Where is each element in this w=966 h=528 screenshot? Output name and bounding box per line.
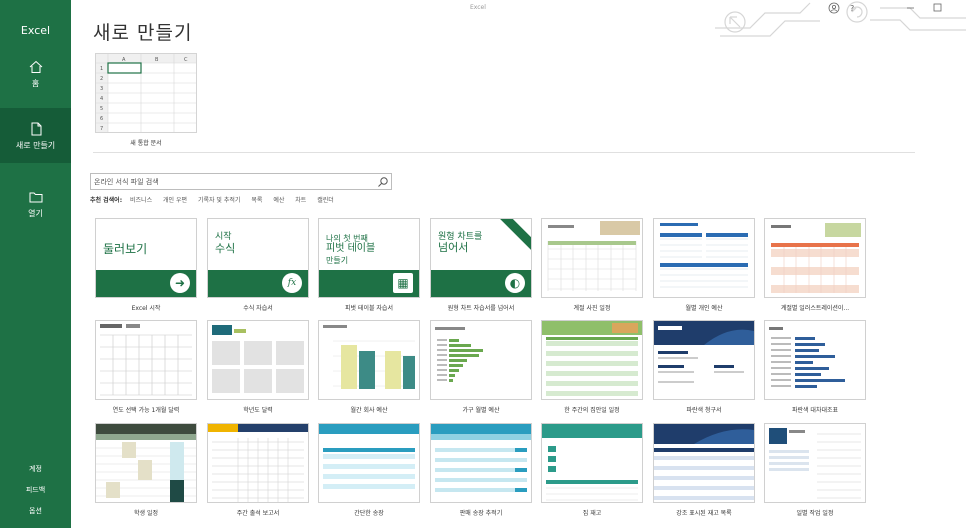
app-name: Excel [20, 24, 51, 37]
arrow-right-icon: ➜ [170, 273, 190, 293]
tour-title: 넘어서 [438, 241, 469, 254]
page-title: 새로 만들기 [93, 22, 193, 44]
template-caption: 파란색 대차대조표 [791, 407, 839, 414]
template-seasonal-photo-calendar[interactable]: 계절 사진 일정 [541, 218, 643, 312]
sidebar-item-open[interactable]: 열기 [0, 188, 71, 224]
template-caption: 수식 자습서 [243, 305, 273, 312]
template-sales-invoice-tracker[interactable]: 판매 송장 추적기 [430, 423, 532, 517]
suggested-label: 추천 검색어: [90, 197, 123, 204]
tour-title: 수식 [215, 242, 236, 255]
template-caption: 집 재고 [582, 510, 602, 517]
search-icon[interactable] [377, 176, 389, 188]
new-file-icon [31, 122, 41, 136]
circuit-decoration: ? [715, 1, 966, 37]
column-header: B [155, 57, 159, 63]
template-home-inventory[interactable]: 집 재고 [541, 423, 643, 517]
suggested-tag-personal[interactable]: 개인 우편 [163, 197, 187, 204]
sidebar-item-home[interactable]: 홈 [0, 58, 71, 94]
suggested-tag-budgets[interactable]: 예산 [273, 197, 284, 204]
template-caption: 한 주간의 집안일 일정 [564, 407, 620, 414]
pivot-table-icon: ▦ [393, 273, 413, 293]
template-caption: 파란색 청구서 [686, 407, 722, 414]
row-header: 1 [100, 66, 103, 72]
tour-title: 피벗 테이블 [326, 243, 376, 254]
row-header: 7 [100, 126, 103, 132]
template-caption: 주간 출석 보고서 [236, 510, 280, 517]
pie-chart-icon: ◐ [505, 273, 525, 293]
template-caption: 연도 선택 가능 1개월 달력 [112, 407, 180, 414]
template-academic-calendar[interactable]: 학년도 달력 [207, 320, 309, 414]
template-caption: Excel 시작 [131, 305, 161, 312]
search-input[interactable] [94, 176, 374, 188]
row-header: 4 [100, 96, 103, 102]
template-tour-formulas[interactable]: 시작 수식 fx 수식 자습서 [207, 218, 309, 312]
svg-text:?: ? [850, 4, 854, 13]
template-weekly-chore-schedule[interactable]: 한 주간의 집안일 일정 [541, 320, 643, 414]
suggested-tag-calendars[interactable]: 캘린더 [317, 197, 334, 204]
template-caption: 학생 일정 [134, 510, 158, 517]
template-caption: 학년도 달력 [243, 407, 273, 414]
window-title: Excel [470, 4, 486, 11]
row-header: 5 [100, 106, 103, 112]
template-tour-pivot[interactable]: 나의 첫 번째 피벗 테이블 만들기 ▦ 피벗 테이블 자습서 [318, 218, 420, 312]
row-header: 6 [100, 116, 103, 122]
sidebar-item-label: 홈 [31, 79, 40, 88]
home-icon [29, 60, 42, 73]
template-caption: 강조 표시된 재고 목록 [676, 510, 732, 517]
tour-title: 둘러보기 [103, 242, 148, 256]
suggested-tag-lists[interactable]: 목록 [251, 197, 262, 204]
tour-title: 나의 첫 번째 [326, 234, 368, 243]
template-tour-pie[interactable]: 원형 차트를 넘어서 ◐ 원형 차트 자습서를 넘어서 [430, 218, 532, 312]
row-header: 3 [100, 86, 103, 92]
sidebar-item-account[interactable]: 계정 [0, 464, 71, 474]
new-ribbon [497, 219, 531, 252]
template-caption: 월간 회사 예산 [350, 407, 388, 414]
template-tour-start[interactable]: 둘러보기 ➜ Excel 시작 [95, 218, 197, 312]
column-header: A [122, 57, 126, 63]
blank-workbook-thumbnail[interactable]: A B C 1 2 3 4 5 6 7 [95, 53, 197, 133]
template-household-monthly-budget[interactable]: 가구 월별 예산 [430, 320, 532, 414]
row-header: 2 [100, 76, 103, 82]
template-caption: 가구 월별 예산 [462, 407, 500, 414]
divider [93, 152, 915, 153]
template-highlighted-inventory-list[interactable]: 강조 표시된 재고 목록 [653, 423, 755, 517]
sidebar-item-new[interactable]: 새로 만들기 [0, 108, 71, 163]
template-monthly-company-budget[interactable]: 월간 회사 예산 [318, 320, 420, 414]
sidebar-item-feedback[interactable]: 피드백 [0, 485, 71, 495]
template-caption: 계절 사진 일정 [573, 305, 611, 312]
column-header: C [184, 57, 188, 63]
template-daily-work-schedule[interactable]: 일별 작업 일정 [764, 423, 866, 517]
sidebar-item-label: 열기 [28, 209, 43, 218]
template-simple-invoice[interactable]: 간단한 송장 [318, 423, 420, 517]
template-blue-invoice[interactable]: 파란색 청구서 [653, 320, 755, 414]
function-icon: fx [282, 273, 302, 293]
help-icon: ? [850, 4, 854, 13]
maximize-icon [933, 3, 942, 12]
folder-icon [29, 192, 42, 203]
template-caption: 판매 송장 추적기 [459, 510, 503, 517]
template-caption: 원형 차트 자습서를 넘어서 [447, 305, 515, 312]
search-box [90, 173, 392, 190]
template-caption: 계절별 일러스트레이션이... [780, 305, 850, 312]
sidebar-item-label: 새로 만들기 [15, 141, 56, 150]
template-caption: 월별 개인 예산 [685, 305, 723, 312]
template-personal-monthly-budget[interactable]: 월별 개인 예산 [653, 218, 755, 312]
template-seasonal-illustration-calendar[interactable]: 계절별 일러스트레이션이... [764, 218, 866, 312]
template-blue-balance-sheet[interactable]: 파란색 대차대조표 [764, 320, 866, 414]
tour-title: 만들기 [326, 256, 349, 265]
template-caption: 일별 작업 일정 [796, 510, 834, 517]
user-icon [828, 2, 840, 14]
template-any-year-one-month-calendar[interactable]: 연도 선택 가능 1개월 달력 [95, 320, 197, 414]
sidebar-item-options[interactable]: 옵션 [0, 506, 71, 516]
template-student-schedule[interactable]: 학생 일정 [95, 423, 197, 517]
template-weekly-attendance-report[interactable]: 주간 출석 보고서 [207, 423, 309, 517]
template-caption: 피벗 테이블 자습서 [345, 305, 393, 312]
suggested-tag-business[interactable]: 비즈니스 [130, 197, 152, 204]
template-caption: 간단한 송장 [354, 510, 384, 517]
sidebar: Excel 홈 새로 만들기 열기 계정 피드백 옵션 [0, 0, 71, 528]
blank-workbook-label: 새 통합 문서 [130, 140, 162, 147]
suggested-tag-trackers[interactable]: 기록자 및 추적기 [198, 197, 240, 204]
suggested-searches: 추천 검색어: 비즈니스 개인 우편 기록자 및 추적기 목록 예산 차트 캘린… [90, 195, 343, 204]
suggested-tag-charts[interactable]: 차트 [295, 197, 306, 204]
